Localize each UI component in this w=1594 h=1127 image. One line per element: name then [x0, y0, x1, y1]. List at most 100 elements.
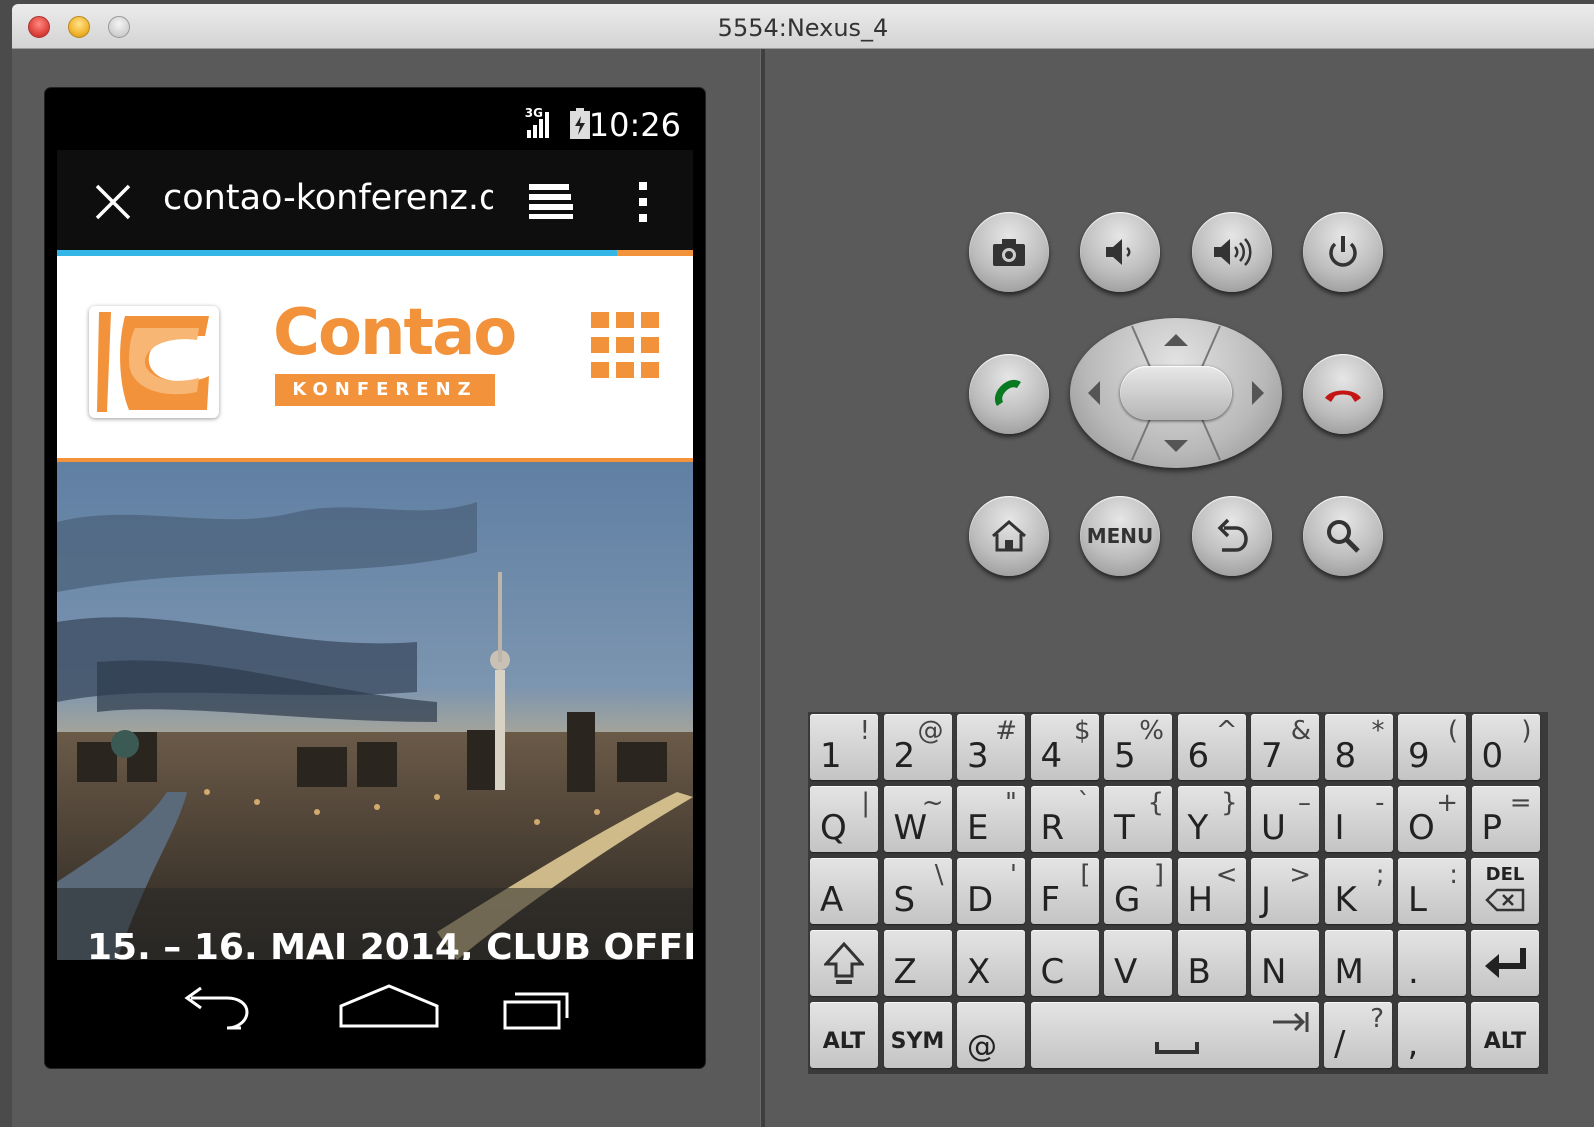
- key-row2-1[interactable]: W ~: [883, 786, 952, 852]
- shift-key[interactable]: [810, 930, 878, 996]
- status-bar: 3G 10:26: [45, 88, 705, 150]
- camera-icon: [993, 239, 1025, 266]
- comma-key[interactable]: ,: [1397, 1002, 1466, 1068]
- key-row1-3[interactable]: 4 $: [1030, 714, 1099, 780]
- key-row4-4[interactable]: B: [1177, 930, 1246, 996]
- key-primary-label: G: [1114, 880, 1141, 920]
- end-call-button[interactable]: [1303, 354, 1383, 434]
- key-row2-9[interactable]: P =: [1471, 786, 1540, 852]
- camera-button[interactable]: [969, 212, 1049, 292]
- key-secondary-label: ]: [1153, 860, 1164, 890]
- key-primary-label: Q: [820, 808, 847, 848]
- key-secondary-label: +: [1436, 788, 1458, 818]
- alt-key-left[interactable]: ALT: [810, 1002, 878, 1068]
- key-row2-6[interactable]: U –: [1251, 786, 1319, 852]
- back-nav-icon[interactable]: [181, 986, 251, 1032]
- key-row1-1[interactable]: 2 @: [883, 714, 952, 780]
- power-button[interactable]: [1303, 212, 1383, 292]
- grid-menu-icon[interactable]: [591, 312, 659, 380]
- tabs-icon[interactable]: [527, 182, 575, 220]
- key-secondary-label: $: [1073, 716, 1091, 746]
- key-primary-label: Z: [893, 952, 917, 992]
- key-primary-label: F: [1040, 880, 1061, 920]
- key-row2-2[interactable]: E ": [957, 786, 1025, 852]
- call-button[interactable]: [969, 354, 1049, 434]
- slash-key[interactable]: /?: [1324, 1002, 1392, 1068]
- key-primary-label: U: [1261, 808, 1286, 848]
- key-row2-8[interactable]: O +: [1398, 786, 1466, 852]
- device-screen[interactable]: 3G 10:26 contao-konferenz.de Contao KONF…: [45, 88, 705, 1068]
- key-row3-0[interactable]: A: [810, 858, 878, 924]
- title-bar: 5554:Nexus_4: [12, 4, 1594, 49]
- key-row1-8[interactable]: 9(: [1398, 714, 1466, 780]
- overflow-menu-icon[interactable]: [637, 180, 649, 224]
- key-primary-label: L: [1408, 880, 1427, 920]
- key-row1-4[interactable]: 5%: [1104, 714, 1172, 780]
- key-secondary-label: *: [1371, 716, 1385, 746]
- url-field[interactable]: contao-konferenz.de: [163, 178, 493, 218]
- panel-divider: [760, 49, 765, 1127]
- key-primary-label: N: [1261, 952, 1287, 992]
- key-row1-6[interactable]: 7 &: [1251, 714, 1319, 780]
- close-icon[interactable]: [93, 182, 133, 222]
- key-row3-4[interactable]: G]: [1104, 858, 1172, 924]
- key-row3-2[interactable]: D ': [957, 858, 1025, 924]
- search-button[interactable]: [1303, 496, 1383, 576]
- hero-image[interactable]: 15. – 16. MAI 2014, CLUB OFFICE: [57, 462, 693, 960]
- key-row4-5[interactable]: N: [1251, 930, 1319, 996]
- brand-title: Contao: [273, 296, 517, 370]
- enter-key[interactable]: [1471, 930, 1539, 996]
- sym-key[interactable]: SYM: [883, 1002, 952, 1068]
- delete-key[interactable]: DEL: [1471, 858, 1539, 924]
- key-row1-9[interactable]: 0): [1471, 714, 1540, 780]
- key-row4-2[interactable]: C: [1030, 930, 1099, 996]
- at-key[interactable]: @: [957, 1002, 1025, 1068]
- key-row2-0[interactable]: Q |: [810, 786, 878, 852]
- key-row4-6[interactable]: M: [1324, 930, 1393, 996]
- call-icon: [994, 379, 1021, 406]
- key-secondary-label: #: [995, 716, 1017, 746]
- key-row1-0[interactable]: 1!: [810, 714, 878, 780]
- back-button[interactable]: [1192, 496, 1272, 576]
- key-row3-5[interactable]: H <: [1177, 858, 1246, 924]
- volume-down-button[interactable]: [1080, 212, 1160, 292]
- key-row4-3[interactable]: V: [1104, 930, 1172, 996]
- key-row4-0[interactable]: Z: [883, 930, 952, 996]
- key-row3-1[interactable]: S \: [883, 858, 952, 924]
- key-primary-label: R: [1040, 808, 1065, 848]
- dpad[interactable]: [1070, 318, 1282, 468]
- key-secondary-label: |: [861, 788, 870, 818]
- key-row1-5[interactable]: 6 ^: [1177, 714, 1246, 780]
- key-row4-1[interactable]: X: [957, 930, 1025, 996]
- key-primary-label: Y: [1187, 808, 1209, 848]
- key-row4-7[interactable]: .: [1398, 930, 1466, 996]
- tab-icon: [1272, 1012, 1308, 1032]
- key-primary-label: S: [893, 880, 916, 920]
- space-key[interactable]: [1030, 1002, 1319, 1068]
- volume-up-button[interactable]: [1192, 212, 1272, 292]
- key-secondary-label: (: [1447, 716, 1458, 746]
- contao-logo[interactable]: [89, 306, 219, 418]
- backspace-icon: [1485, 888, 1525, 912]
- key-primary-label: 8: [1334, 736, 1357, 776]
- key-row2-5[interactable]: Y}: [1177, 786, 1246, 852]
- key-row3-6[interactable]: J >: [1251, 858, 1319, 924]
- key-secondary-label: @: [917, 716, 944, 746]
- key-row1-7[interactable]: 8 *: [1324, 714, 1393, 780]
- home-nav-icon[interactable]: [337, 982, 441, 1030]
- key-row3-8[interactable]: L:: [1398, 858, 1466, 924]
- recent-apps-nav-icon[interactable]: [501, 986, 571, 1030]
- hardware-keyboard: ALT SYM @ /? , ALT DEL 1! 2 @3 #4 $5% 6 ^ 7 & 8 * 9…: [808, 712, 1548, 1074]
- key-row3-7[interactable]: K;: [1324, 858, 1393, 924]
- key-row3-3[interactable]: F[: [1030, 858, 1099, 924]
- key-secondary-label: ': [1009, 860, 1017, 890]
- key-row1-2[interactable]: 3 #: [957, 714, 1025, 780]
- alt-key-right[interactable]: ALT: [1471, 1002, 1539, 1068]
- key-row2-7[interactable]: I-: [1324, 786, 1393, 852]
- search-icon: [1327, 520, 1360, 553]
- key-row2-3[interactable]: R `: [1030, 786, 1099, 852]
- key-row2-4[interactable]: T{: [1104, 786, 1172, 852]
- home-button[interactable]: [969, 496, 1049, 576]
- dpad-center-button[interactable]: [1120, 366, 1232, 420]
- menu-button[interactable]: MENU: [1080, 496, 1160, 576]
